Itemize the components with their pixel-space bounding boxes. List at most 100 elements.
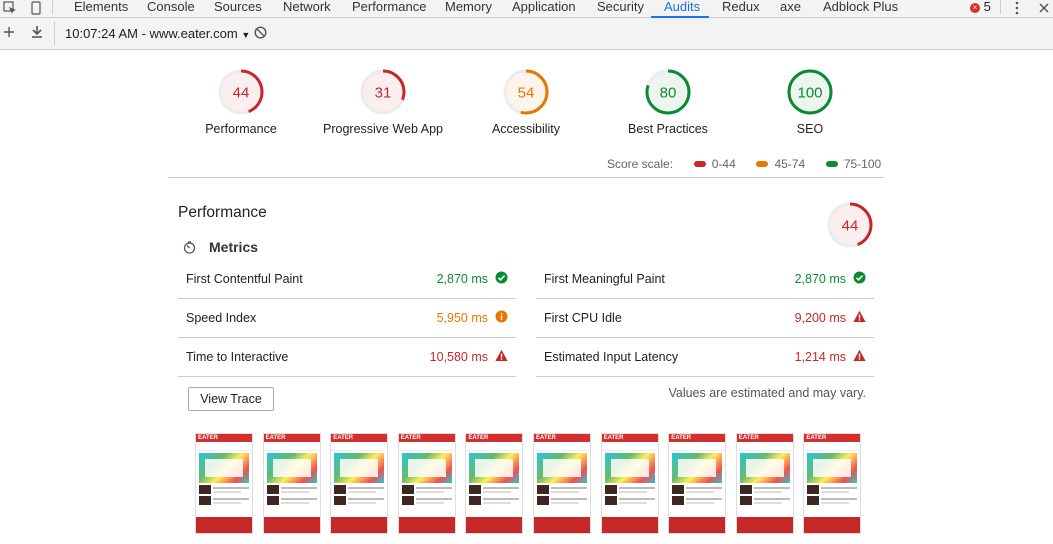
gauge-accessibility[interactable]: 54 Accessibility (466, 68, 586, 136)
gauge-score: 100 (797, 85, 822, 102)
filmstrip-frame: EATER (735, 433, 794, 534)
view-trace-button[interactable]: View Trace (188, 387, 274, 411)
metric-name: First CPU Idle (544, 311, 622, 325)
filmstrip-frame: EATER (195, 433, 253, 534)
scale-pass-swatch (825, 161, 838, 167)
score-gauge-ring: 54 (503, 69, 549, 115)
section-title: Performance (178, 204, 267, 221)
close-devtools-icon[interactable] (1037, 1, 1051, 15)
metric-first-cpu-idle: First CPU Idle 9,200 ms (536, 298, 874, 337)
gauge-seo[interactable]: 100 SEO (750, 68, 870, 136)
metric-name: Estimated Input Latency (544, 350, 679, 364)
estimate-note: Values are estimated and may vary. (668, 386, 866, 400)
frame-site-logo: EATER (196, 434, 252, 442)
tab-elements[interactable]: Elements (74, 0, 128, 16)
frame-nav (466, 442, 523, 451)
frame-footer (736, 517, 793, 533)
filmstrip-frame: EATER (600, 433, 659, 534)
gauge-label: Accessibility (491, 122, 561, 136)
metric-time-to-interactive: Time to Interactive 10,580 ms (178, 337, 516, 376)
score-gauge-ring: 31 (360, 69, 406, 115)
report-select[interactable]: 10:07:24 AM - www.eater.com ▼ (65, 26, 250, 41)
filmstrip-frame: EATER (330, 433, 389, 534)
gauge-performance[interactable]: 44 Performance (181, 68, 301, 136)
row-divider (536, 376, 874, 377)
score-gauge-ring: 100 (787, 69, 833, 115)
tab-audits[interactable]: Audits (664, 0, 700, 16)
filmstrip-frame: EATER (465, 433, 524, 534)
frame-hero-image (739, 453, 790, 483)
gauge-best-practices[interactable]: 80 Best Practices (608, 68, 728, 136)
frame-footer (669, 517, 726, 533)
tab-redux[interactable]: Redux (722, 0, 760, 16)
metric-value: 2,870 ms (436, 272, 488, 286)
frame-nav (601, 442, 658, 451)
frame-footer (466, 517, 523, 533)
frame-footer (196, 517, 252, 533)
error-counter[interactable]: × 5 (970, 0, 991, 14)
tab-sources[interactable]: Sources (214, 0, 262, 16)
metric-name: Time to Interactive (186, 350, 289, 364)
frame-nav (398, 442, 455, 451)
metric-value: 9,200 ms (794, 311, 846, 325)
frame-nav (196, 442, 252, 451)
tab-adblock-plus[interactable]: Adblock Plus (823, 0, 898, 16)
frame-hero-image (401, 453, 452, 483)
frame-hero-image (537, 453, 587, 483)
gauge-pwa[interactable]: 31 Progressive Web App (323, 68, 443, 136)
devtools-tab-bar: Elements Console Sources Network Perform… (0, 0, 1053, 18)
metric-value: 10,580 ms (429, 350, 488, 364)
fail-warning-icon (853, 310, 866, 323)
filmstrip-frame: EATER (668, 433, 727, 534)
average-info-icon (495, 310, 508, 323)
tab-console[interactable]: Console (147, 0, 195, 16)
frame-footer (804, 517, 861, 533)
frame-nav (736, 442, 793, 451)
gauge-label: Progressive Web App (323, 122, 443, 136)
tab-network[interactable]: Network (283, 0, 331, 16)
clear-all-icon[interactable] (254, 26, 267, 42)
category-score: 44 (842, 218, 859, 235)
frame-footer (331, 517, 388, 533)
frame-hero-image (807, 453, 858, 483)
frame-footer (263, 517, 320, 533)
frame-hero-image (469, 453, 520, 483)
tab-application[interactable]: Application (512, 0, 576, 16)
score-gauge-ring: 44 (827, 202, 873, 248)
metric-value: 5,950 ms (436, 311, 488, 325)
frame-hero-image (672, 453, 723, 483)
toolbar-divider (1000, 0, 1001, 14)
metric-name: Speed Index (186, 311, 257, 325)
metric-first-contentful-paint: First Contentful Paint 2,870 ms (178, 259, 516, 298)
scale-average-range: 45-74 (774, 157, 806, 171)
frame-nav (263, 442, 320, 451)
filmstrip-frame: EATER (397, 433, 456, 534)
fail-warning-icon (853, 349, 866, 362)
gauge-score: 31 (375, 85, 392, 102)
device-toolbar-icon[interactable] (29, 1, 43, 15)
frame-site-logo: EATER (669, 434, 726, 442)
more-options-icon[interactable] (1010, 1, 1024, 15)
inspect-element-icon[interactable] (3, 1, 17, 15)
fail-warning-icon (495, 349, 508, 362)
metric-first-meaningful-paint: First Meaningful Paint 2,870 ms (536, 259, 874, 298)
frame-hero-image (604, 453, 655, 483)
audits-toolbar: 10:07:24 AM - www.eater.com ▼ (0, 18, 1053, 50)
tab-memory[interactable]: Memory (445, 0, 492, 16)
frame-site-logo: EATER (331, 434, 388, 442)
new-audit-icon[interactable] (3, 26, 15, 41)
chevron-down-icon: ▼ (241, 30, 251, 40)
tab-performance[interactable]: Performance (352, 0, 426, 16)
score-scale-legend: Score scale: 0-44 45-74 75-100 (607, 157, 881, 171)
download-report-icon[interactable] (31, 25, 43, 42)
metric-name: First Contentful Paint (186, 272, 303, 286)
tab-axe[interactable]: axe (780, 0, 801, 16)
frame-footer (534, 517, 590, 533)
tab-security[interactable]: Security (597, 0, 644, 16)
filmstrip-frame: EATER (803, 433, 862, 534)
gauge-label: SEO (796, 122, 824, 136)
score-gauge-ring: 44 (218, 69, 264, 115)
gauge-score: 80 (660, 85, 677, 102)
frame-site-logo: EATER (263, 434, 320, 442)
row-divider (178, 376, 516, 377)
